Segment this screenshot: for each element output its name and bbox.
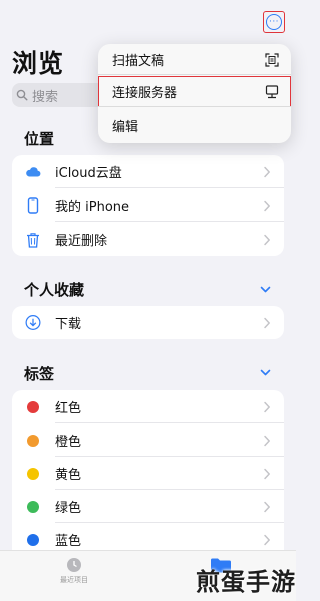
more-options-button[interactable]: ··· — [263, 11, 285, 33]
tag-item-yellow[interactable]: 黄色 — [12, 457, 284, 490]
tag-label: 黄色 — [55, 464, 81, 483]
download-icon — [25, 315, 41, 331]
search-placeholder: 搜索 — [32, 86, 58, 105]
chevron-right-icon — [263, 401, 271, 413]
watermark-text: 煎蛋手游 — [196, 562, 296, 597]
location-label: iCloud云盘 — [55, 162, 122, 181]
section-title-locations: 位置 — [24, 128, 54, 149]
location-item-recently-deleted[interactable]: 最近删除 — [12, 223, 284, 256]
red-tag-dot — [27, 401, 39, 413]
location-item-icloud[interactable]: iCloud云盘 — [12, 155, 284, 188]
chevron-right-icon — [263, 534, 271, 546]
context-menu: 扫描文稿 连接服务器 编辑 — [98, 44, 291, 143]
tag-item-red[interactable]: 红色 — [12, 390, 284, 423]
chevron-right-icon — [263, 317, 271, 329]
menu-item-connect-server[interactable]: 连接服务器 — [98, 76, 291, 107]
yellow-tag-dot — [27, 468, 39, 480]
location-item-iphone[interactable]: 我的 iPhone — [12, 189, 284, 222]
tag-label: 红色 — [55, 397, 81, 416]
section-title-tags: 标签 — [24, 363, 54, 384]
section-title-favorites: 个人收藏 — [24, 279, 84, 300]
location-label: 我的 iPhone — [55, 196, 129, 215]
menu-item-scan-documents[interactable]: 扫描文稿 — [98, 44, 291, 75]
page-title: 浏览 — [12, 44, 64, 80]
chevron-right-icon — [263, 166, 271, 178]
locations-card: iCloud云盘 我的 iPhone 最近删除 — [12, 155, 284, 256]
favorite-label: 下载 — [55, 313, 81, 332]
tab-recents-label: 最近项目 — [44, 575, 104, 585]
menu-item-label: 扫描文稿 — [112, 50, 164, 69]
chevron-right-icon — [263, 234, 271, 246]
tags-card: 红色 橙色 黄色 绿色 蓝色 — [12, 390, 284, 560]
tag-label: 绿色 — [55, 497, 81, 516]
tag-label: 橙色 — [55, 431, 81, 450]
menu-item-edit[interactable]: 编辑 — [98, 110, 291, 141]
search-field[interactable]: 搜索 — [12, 83, 112, 107]
chevron-down-icon[interactable] — [260, 367, 271, 378]
chevron-right-icon — [263, 468, 271, 480]
chevron-right-icon — [263, 200, 271, 212]
blue-tag-dot — [27, 534, 39, 546]
tag-item-green[interactable]: 绿色 — [12, 490, 284, 523]
tag-item-orange[interactable]: 橙色 — [12, 424, 284, 457]
chevron-right-icon — [263, 501, 271, 513]
chevron-right-icon — [263, 435, 271, 447]
tab-recents[interactable]: 最近项目 — [44, 557, 104, 585]
trash-icon — [25, 232, 41, 248]
favorite-item-downloads[interactable]: 下载 — [12, 306, 284, 339]
iphone-icon — [25, 198, 41, 214]
favorites-card: 下载 — [12, 306, 284, 339]
ellipsis-icon: ··· — [266, 14, 282, 30]
green-tag-dot — [27, 501, 39, 513]
menu-item-label: 连接服务器 — [112, 82, 177, 101]
scan-icon — [265, 53, 279, 67]
icloud-icon — [25, 164, 41, 180]
tag-label: 蓝色 — [55, 530, 81, 549]
menu-item-label: 编辑 — [112, 116, 138, 135]
search-icon — [16, 89, 28, 101]
clock-icon — [66, 557, 82, 573]
location-label: 最近删除 — [55, 230, 107, 249]
orange-tag-dot — [27, 435, 39, 447]
server-icon — [265, 85, 279, 99]
chevron-down-icon[interactable] — [260, 284, 271, 295]
